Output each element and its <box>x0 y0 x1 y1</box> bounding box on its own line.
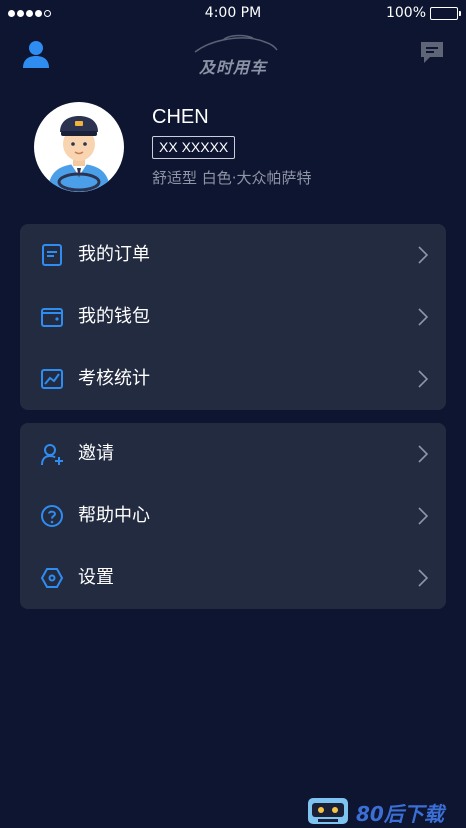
brand-logo: 及时用车 <box>183 32 283 78</box>
menu-card-primary: 我的订单 我的钱包 考核统计 <box>20 224 446 410</box>
message-icon <box>421 42 443 63</box>
wallet-icon <box>41 308 63 327</box>
status-bar: 4:00 PM 100% <box>0 0 466 26</box>
menu-item-settings[interactable]: 设置 <box>20 547 446 609</box>
menu-item-help[interactable]: 帮助中心 <box>20 485 446 547</box>
watermark: 80后下载 <box>306 794 466 828</box>
user-profile-button[interactable] <box>20 38 52 70</box>
chevron-right-icon <box>418 569 428 587</box>
user-icon <box>23 41 49 68</box>
menu-item-label: 邀请 <box>78 443 114 464</box>
order-icon <box>42 244 62 266</box>
signal-strength-icon <box>8 9 51 17</box>
chevron-right-icon <box>418 370 428 388</box>
watermark-text: 80后下载 <box>356 802 444 826</box>
driver-name: CHEN <box>152 106 209 128</box>
car-outline-icon <box>194 34 278 53</box>
chevron-right-icon <box>418 246 428 264</box>
menu-item-orders[interactable]: 我的订单 <box>20 224 446 286</box>
battery-icon <box>430 6 461 20</box>
menu-item-label: 考核统计 <box>78 368 150 389</box>
chevron-right-icon <box>418 507 428 525</box>
menu-item-invite[interactable]: 邀请 <box>20 423 446 485</box>
message-button[interactable] <box>418 38 446 66</box>
settings-icon <box>40 568 64 588</box>
menu-item-wallet[interactable]: 我的钱包 <box>20 286 446 348</box>
license-plate: XX XXXXX <box>152 136 236 159</box>
chevron-right-icon <box>418 445 428 463</box>
invite-user-icon <box>41 444 63 466</box>
help-icon <box>41 505 63 527</box>
driver-profile: CHEN XX XXXXX 舒适型 白色·大众帕萨特 <box>34 100 434 192</box>
battery-percent: 100% <box>385 5 426 21</box>
app-header: 及时用车 <box>0 28 466 78</box>
stats-chart-icon <box>41 369 63 389</box>
robot-logo-icon <box>308 798 348 824</box>
car-info: 舒适型 白色·大众帕萨特 <box>152 169 312 187</box>
menu-card-secondary: 邀请 帮助中心 设置 <box>20 423 446 609</box>
avatar[interactable] <box>34 102 124 192</box>
menu-item-label: 帮助中心 <box>78 505 150 526</box>
chevron-right-icon <box>418 308 428 326</box>
menu-item-label: 我的订单 <box>78 244 150 265</box>
brand-name: 及时用车 <box>198 58 267 77</box>
driver-avatar-icon <box>48 116 110 192</box>
menu-item-stats[interactable]: 考核统计 <box>20 348 446 410</box>
menu-item-label: 设置 <box>78 567 114 588</box>
menu-item-label: 我的钱包 <box>78 306 150 327</box>
